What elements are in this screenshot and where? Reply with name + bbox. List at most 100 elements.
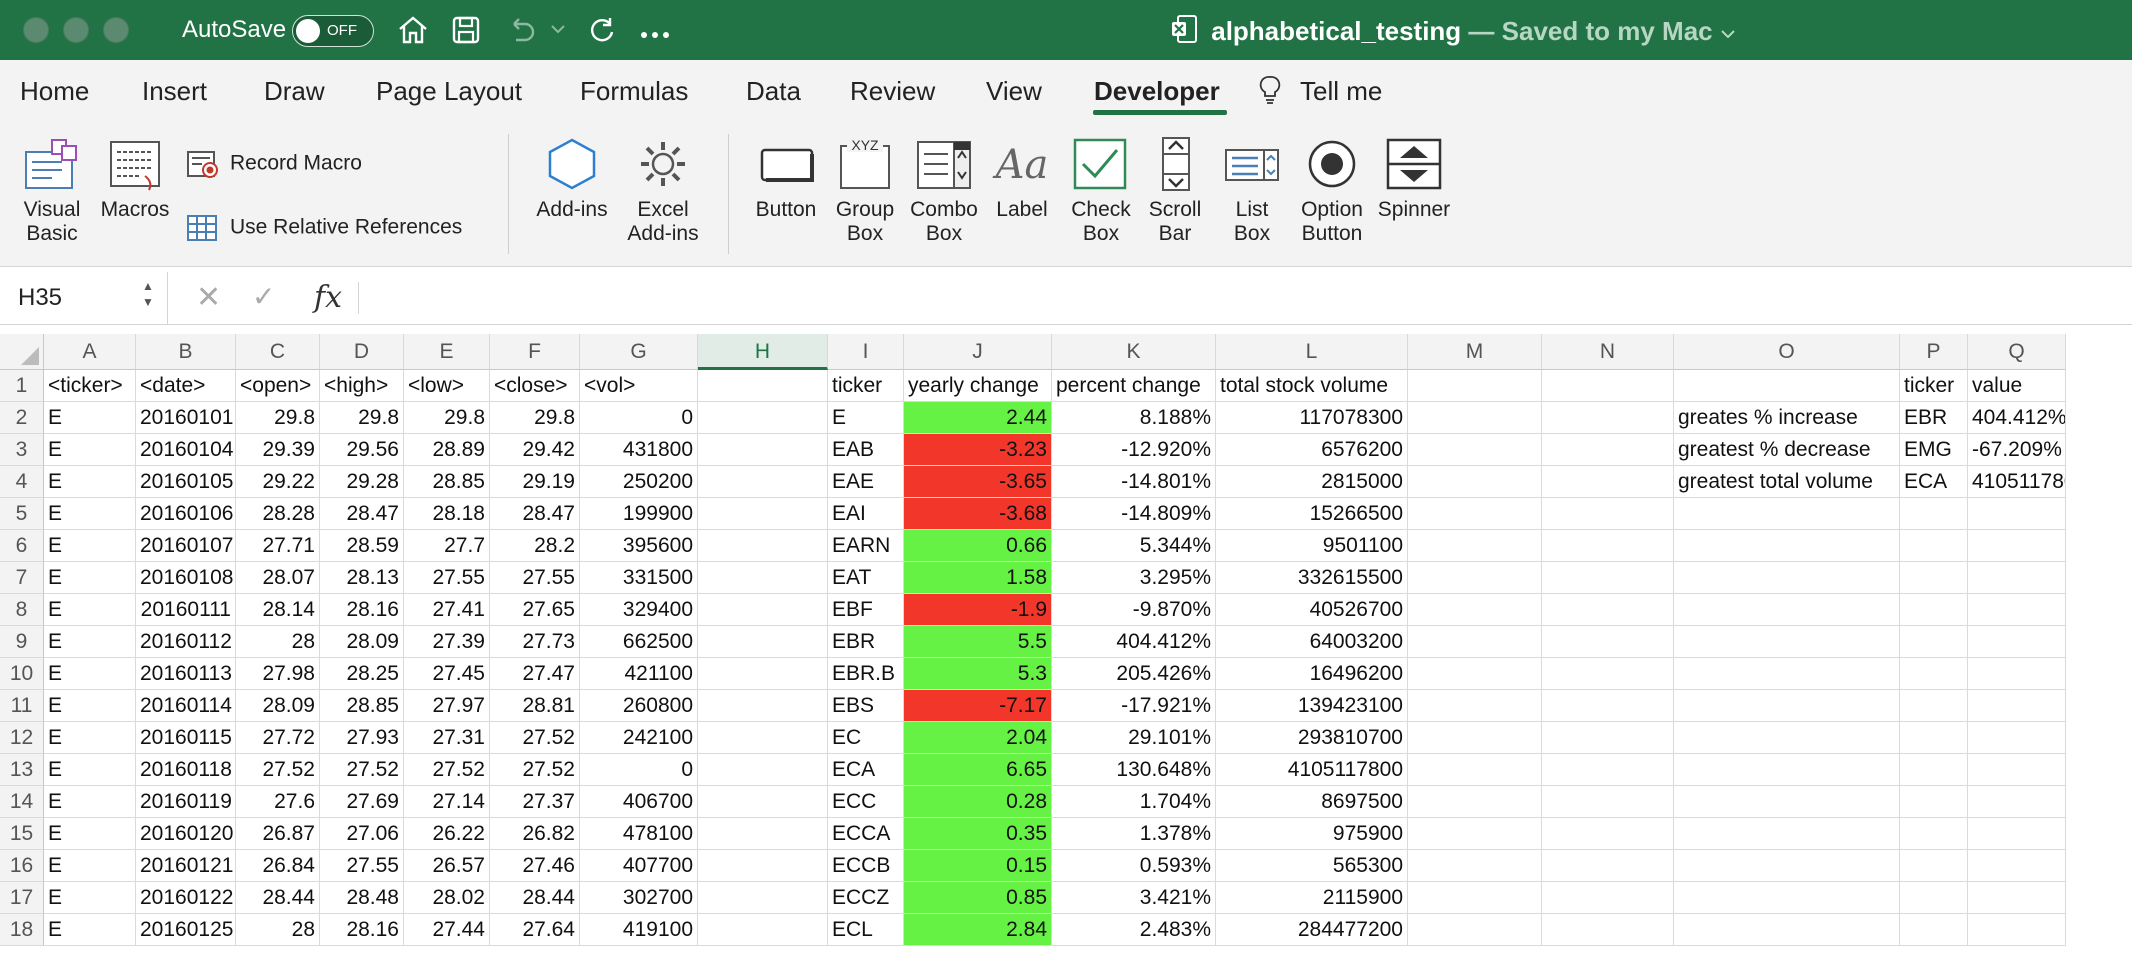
tab-tell-me[interactable]: Tell me (1300, 76, 1382, 107)
cell-j6[interactable]: 0.66 (904, 530, 1052, 562)
cell-j11[interactable]: -7.17 (904, 690, 1052, 722)
cell-o9[interactable] (1674, 626, 1900, 658)
cell-k4[interactable]: -14.801% (1052, 466, 1216, 498)
cell-o7[interactable] (1674, 562, 1900, 594)
cell-f3[interactable]: 29.42 (490, 434, 580, 466)
row-header[interactable]: 2 (0, 402, 44, 434)
cell-g15[interactable]: 478100 (580, 818, 698, 850)
cell-c14[interactable]: 27.6 (236, 786, 320, 818)
column-header-n[interactable]: N (1542, 334, 1674, 370)
cell-k7[interactable]: 3.295% (1052, 562, 1216, 594)
cell-c5[interactable]: 28.28 (236, 498, 320, 530)
cell-c1[interactable]: <open> (236, 370, 320, 402)
cell-q9[interactable] (1968, 626, 2066, 658)
cell-g9[interactable]: 662500 (580, 626, 698, 658)
record-macro-button[interactable]: Record Macro (186, 148, 362, 180)
cell-n18[interactable] (1542, 914, 1674, 946)
cell-j10[interactable]: 5.3 (904, 658, 1052, 690)
cell-q15[interactable] (1968, 818, 2066, 850)
cell-l17[interactable]: 2115900 (1216, 882, 1408, 914)
cell-a7[interactable]: E (44, 562, 136, 594)
cell-q12[interactable] (1968, 722, 2066, 754)
undo-dropdown-icon[interactable] (550, 22, 566, 40)
cell-e11[interactable]: 27.97 (404, 690, 490, 722)
cell-k11[interactable]: -17.921% (1052, 690, 1216, 722)
more-icon[interactable] (640, 26, 670, 44)
cell-f9[interactable]: 27.73 (490, 626, 580, 658)
cell-o4[interactable]: greatest total volume (1674, 466, 1900, 498)
row-header[interactable]: 16 (0, 850, 44, 882)
cell-b16[interactable]: 20160121 (136, 850, 236, 882)
cell-k14[interactable]: 1.704% (1052, 786, 1216, 818)
cell-e4[interactable]: 28.85 (404, 466, 490, 498)
cell-e10[interactable]: 27.45 (404, 658, 490, 690)
cell-m9[interactable] (1408, 626, 1542, 658)
cell-i10[interactable]: EBR.B (828, 658, 904, 690)
cell-l8[interactable]: 40526700 (1216, 594, 1408, 626)
cell-c3[interactable]: 29.39 (236, 434, 320, 466)
cell-a5[interactable]: E (44, 498, 136, 530)
cell-l15[interactable]: 975900 (1216, 818, 1408, 850)
cell-i4[interactable]: EAE (828, 466, 904, 498)
cell-m10[interactable] (1408, 658, 1542, 690)
tab-review[interactable]: Review (850, 76, 935, 107)
cell-q18[interactable] (1968, 914, 2066, 946)
cell-f15[interactable]: 26.82 (490, 818, 580, 850)
column-header-d[interactable]: D (320, 334, 404, 370)
cell-h8[interactable] (698, 594, 828, 626)
cell-b9[interactable]: 20160112 (136, 626, 236, 658)
cell-j15[interactable]: 0.35 (904, 818, 1052, 850)
cell-m11[interactable] (1408, 690, 1542, 722)
cell-l11[interactable]: 139423100 (1216, 690, 1408, 722)
column-header-q[interactable]: Q (1968, 334, 2066, 370)
column-header-l[interactable]: L (1216, 334, 1408, 370)
cell-f18[interactable]: 27.64 (490, 914, 580, 946)
cell-l6[interactable]: 9501100 (1216, 530, 1408, 562)
cell-n9[interactable] (1542, 626, 1674, 658)
cell-k16[interactable]: 0.593% (1052, 850, 1216, 882)
cell-d6[interactable]: 28.59 (320, 530, 404, 562)
tab-developer[interactable]: Developer (1094, 76, 1220, 107)
cell-g2[interactable]: 0 (580, 402, 698, 434)
cell-j8[interactable]: -1.9 (904, 594, 1052, 626)
row-header[interactable]: 1 (0, 370, 44, 402)
row-header[interactable]: 11 (0, 690, 44, 722)
cell-d10[interactable]: 28.25 (320, 658, 404, 690)
cell-e14[interactable]: 27.14 (404, 786, 490, 818)
cell-h6[interactable] (698, 530, 828, 562)
cell-a6[interactable]: E (44, 530, 136, 562)
cell-q8[interactable] (1968, 594, 2066, 626)
cell-p4[interactable]: ECA (1900, 466, 1968, 498)
cell-i18[interactable]: ECL (828, 914, 904, 946)
cell-g14[interactable]: 406700 (580, 786, 698, 818)
name-box-stepper-icon[interactable]: ▲ ▼ (142, 278, 154, 310)
cell-e12[interactable]: 27.31 (404, 722, 490, 754)
autosave-toggle[interactable]: OFF (292, 15, 374, 47)
cell-e17[interactable]: 28.02 (404, 882, 490, 914)
cell-f10[interactable]: 27.47 (490, 658, 580, 690)
cell-b2[interactable]: 20160101 (136, 402, 236, 434)
cell-h9[interactable] (698, 626, 828, 658)
cell-h3[interactable] (698, 434, 828, 466)
cell-l5[interactable]: 15266500 (1216, 498, 1408, 530)
save-icon[interactable] (450, 14, 482, 51)
cell-b17[interactable]: 20160122 (136, 882, 236, 914)
cell-j3[interactable]: -3.23 (904, 434, 1052, 466)
cell-g1[interactable]: <vol> (580, 370, 698, 402)
cell-j12[interactable]: 2.04 (904, 722, 1052, 754)
cell-p18[interactable] (1900, 914, 1968, 946)
cell-m17[interactable] (1408, 882, 1542, 914)
cell-i7[interactable]: EAT (828, 562, 904, 594)
cell-m7[interactable] (1408, 562, 1542, 594)
cell-m6[interactable] (1408, 530, 1542, 562)
cell-f14[interactable]: 27.37 (490, 786, 580, 818)
cell-e18[interactable]: 27.44 (404, 914, 490, 946)
cell-f6[interactable]: 28.2 (490, 530, 580, 562)
cell-q11[interactable] (1968, 690, 2066, 722)
cell-k12[interactable]: 29.101% (1052, 722, 1216, 754)
cell-f4[interactable]: 29.19 (490, 466, 580, 498)
cell-g10[interactable]: 421100 (580, 658, 698, 690)
cell-d15[interactable]: 27.06 (320, 818, 404, 850)
cell-i13[interactable]: ECA (828, 754, 904, 786)
cell-i9[interactable]: EBR (828, 626, 904, 658)
